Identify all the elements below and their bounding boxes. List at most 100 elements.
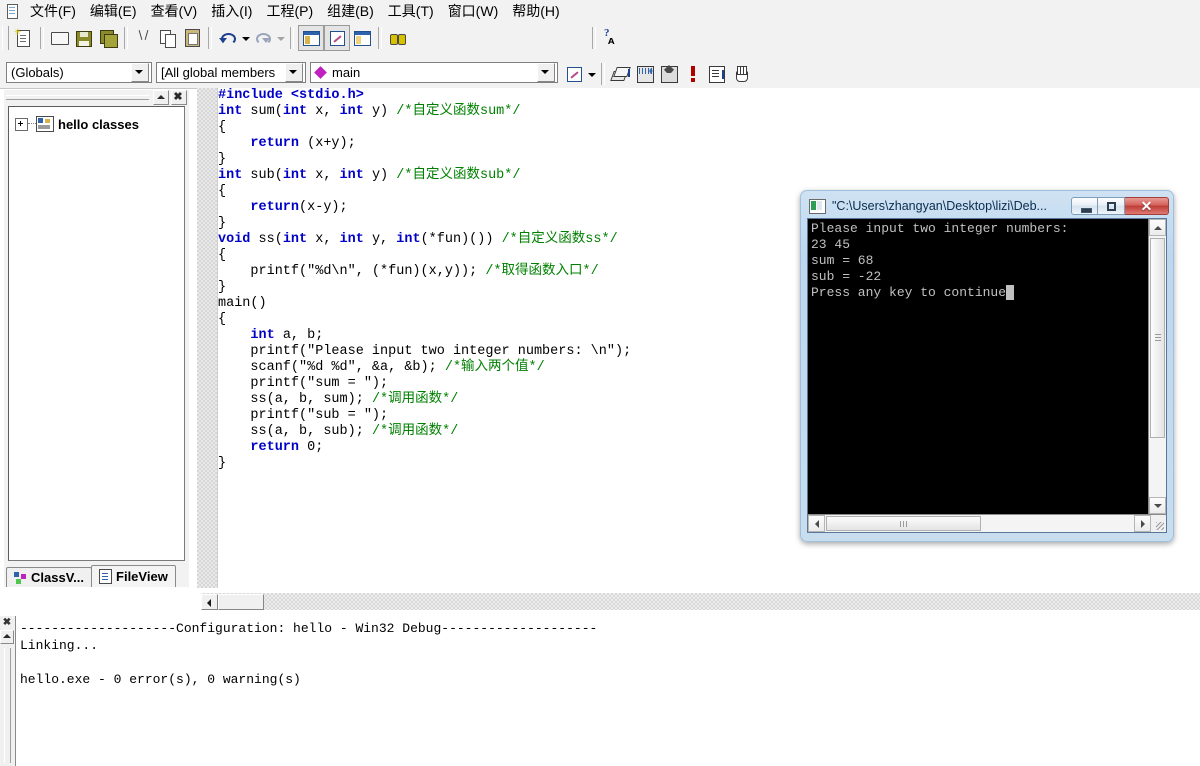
find-in-files-button[interactable] [386, 26, 410, 50]
combo-symbol[interactable]: main [310, 62, 558, 83]
new-file-button[interactable]: ✳ [12, 26, 36, 50]
editor-horizontal-scrollbar[interactable] [201, 593, 1200, 610]
menu-edit[interactable]: 编辑(E) [83, 0, 144, 23]
console-titlebar[interactable]: "C:\Users\zhangyan\Desktop\lizi\Deb... ✕ [804, 194, 1170, 218]
compile-button[interactable] [609, 62, 633, 86]
workspace-minimize-button[interactable] [153, 89, 169, 105]
plus-expander-icon[interactable] [15, 117, 28, 131]
editor-selection-margin[interactable] [197, 88, 218, 588]
workspace-close-button[interactable]: ✖ [171, 89, 187, 105]
menu-build[interactable]: 组建(B) [320, 0, 381, 23]
console-minimize-button[interactable] [1071, 197, 1098, 215]
window-list-button[interactable] [350, 26, 374, 50]
console-window-controls: ✕ [1071, 197, 1169, 215]
tab-fileview-label: FileView [116, 569, 168, 584]
code-line: return (x+y); [250, 136, 356, 151]
combo-globals[interactable]: (Globals) [6, 62, 152, 83]
wizardbar-actions: + [562, 62, 753, 86]
redo-dropdown-arrow[interactable] [275, 27, 286, 49]
save-all-button[interactable] [96, 26, 120, 50]
output-toggle-button[interactable] [324, 25, 350, 51]
console-maximize-button[interactable] [1098, 197, 1125, 215]
undo-dropdown-arrow[interactable] [240, 27, 251, 49]
open-file-button[interactable] [48, 26, 72, 50]
build-button[interactable]: + [633, 62, 657, 86]
new-document-icon: ✳ [14, 27, 22, 37]
workspace-drag-grip[interactable] [6, 94, 149, 100]
tree-item-hello-classes[interactable]: hello classes [9, 116, 184, 132]
tab-fileview[interactable]: FileView [91, 565, 176, 587]
menu-tools[interactable]: 工具(T) [381, 0, 441, 23]
execute-icon [709, 66, 725, 83]
combo-members[interactable]: [All global members [156, 62, 306, 83]
application-icon [3, 2, 21, 20]
classwizard-button[interactable] [562, 62, 586, 86]
paste-button[interactable] [180, 26, 204, 50]
combo-symbol-value: main [332, 65, 361, 80]
breakpoint-button[interactable] [681, 62, 705, 86]
undo-button[interactable] [216, 26, 240, 50]
standard-toolbar: ✳ ? ᴀ [0, 22, 1200, 76]
combo-globals-dropdown[interactable] [131, 63, 149, 82]
output-text[interactable]: --------------------Configuration: hello… [15, 616, 1200, 766]
output-scroll-up-button[interactable] [0, 630, 14, 644]
workspace-window-icon [303, 31, 320, 46]
tab-classview[interactable]: ClassV... [6, 567, 93, 587]
console-output-text[interactable]: Please input two integer numbers: 23 45 su… [808, 219, 1148, 514]
cut-button[interactable] [132, 26, 156, 50]
output-drag-grip[interactable] [3, 648, 11, 763]
toolbar-separator [290, 27, 294, 49]
stop-build-button[interactable] [657, 62, 681, 86]
classview-icon [14, 571, 27, 584]
hand-icon [734, 66, 748, 82]
clipboard-paste-icon [185, 29, 200, 47]
workspace-toggle-button[interactable] [298, 25, 324, 51]
execute-program-button[interactable] [705, 62, 729, 86]
combo-members-dropdown[interactable] [285, 63, 303, 82]
windows-list-icon [354, 31, 371, 46]
scissors-icon [138, 30, 149, 45]
console-resize-grip[interactable] [1151, 515, 1166, 532]
console-scroll-left-button[interactable] [808, 515, 825, 532]
editor-hscroll-thumb[interactable] [218, 593, 264, 610]
console-window[interactable]: "C:\Users\zhangyan\Desktop\lizi\Deb... ✕… [800, 190, 1174, 542]
workspace-titlebar[interactable]: ✖ [4, 89, 189, 105]
copy-button[interactable] [156, 26, 180, 50]
menu-help[interactable]: 帮助(H) [505, 0, 566, 23]
combo-symbol-dropdown[interactable] [537, 63, 555, 82]
console-vscroll-thumb[interactable] [1150, 238, 1165, 438]
undo-arrow-icon [219, 32, 236, 45]
binoculars-icon [390, 31, 406, 45]
combo-members-value: [All global members [161, 65, 276, 80]
console-hscroll-thumb[interactable] [826, 516, 981, 531]
save-button[interactable] [72, 26, 96, 50]
menu-project[interactable]: 工程(P) [259, 0, 320, 23]
toolbar-grip[interactable] [2, 26, 9, 50]
console-horizontal-scrollbar[interactable] [808, 514, 1166, 532]
console-hscroll-track[interactable] [825, 515, 1134, 532]
console-vscroll-track[interactable] [1149, 236, 1166, 497]
menu-view[interactable]: 查看(V) [144, 0, 205, 23]
toolbar-separator [40, 27, 44, 49]
vc6-ide-window: 文件(F) 编辑(E) 查看(V) 插入(I) 工程(P) 组建(B) 工具(T… [0, 0, 1200, 766]
pause-button[interactable] [729, 62, 753, 86]
menu-window[interactable]: 窗口(W) [441, 0, 506, 23]
editor-scroll-left-button[interactable] [201, 593, 218, 610]
tree-item-label: hello classes [58, 116, 139, 132]
classwizard-dropdown-arrow[interactable] [586, 63, 597, 85]
menu-file[interactable]: 文件(F) [23, 0, 83, 23]
workspace-panel: ✖ hello classes ClassV... FileView [4, 89, 189, 587]
console-scroll-up-button[interactable] [1149, 219, 1166, 236]
console-scroll-down-button[interactable] [1149, 497, 1166, 514]
console-close-button[interactable]: ✕ [1125, 197, 1169, 215]
output-close-button[interactable]: ✖ [1, 617, 13, 629]
redo-button[interactable] [251, 26, 275, 50]
menu-insert[interactable]: 插入(I) [204, 0, 259, 23]
console-scroll-right-button[interactable] [1134, 515, 1151, 532]
console-line: sub = -22 [811, 269, 882, 284]
tab-classview-label: ClassV... [31, 570, 85, 585]
compile-icon [610, 66, 631, 81]
help-search-button[interactable]: ? ᴀ [600, 26, 624, 50]
workspace-tree[interactable]: hello classes [8, 106, 185, 561]
console-vertical-scrollbar[interactable] [1148, 219, 1166, 514]
